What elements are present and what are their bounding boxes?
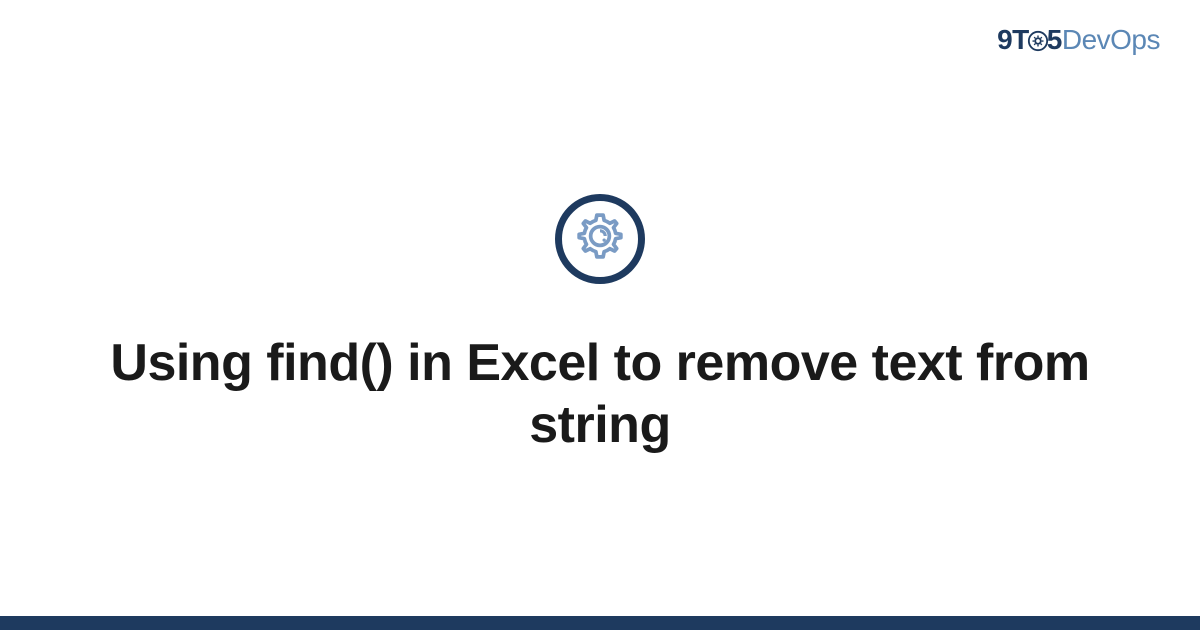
footer-accent-bar	[0, 616, 1200, 630]
gear-badge	[555, 194, 645, 284]
page-title: Using find() in Excel to remove text fro…	[100, 332, 1100, 457]
main-content: Using find() in Excel to remove text fro…	[0, 0, 1200, 630]
gear-icon	[575, 211, 625, 266]
